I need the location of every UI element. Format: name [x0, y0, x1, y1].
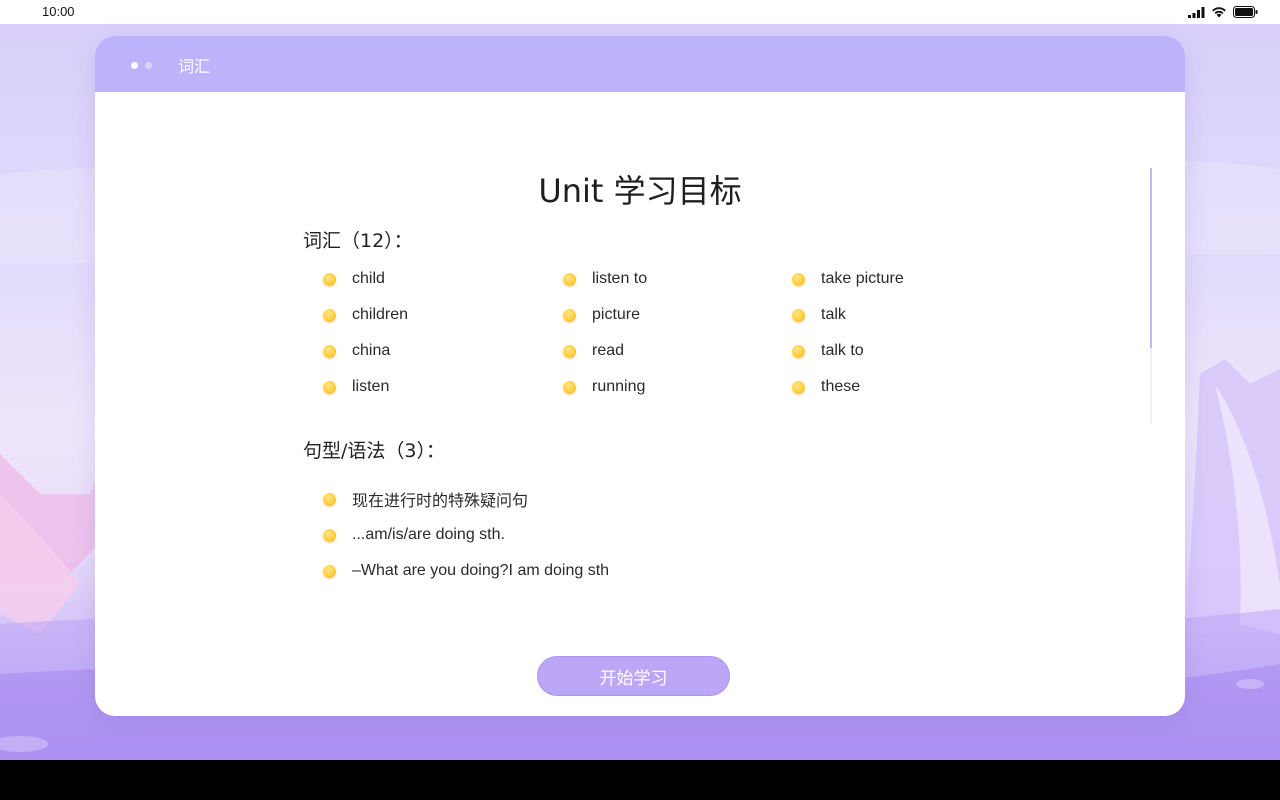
vocab-word: children	[352, 306, 409, 323]
bullet-icon	[563, 272, 576, 286]
vocab-item: talk	[792, 304, 846, 326]
vocab-word: listen to	[592, 270, 648, 287]
bullet-icon	[323, 528, 336, 542]
bullet-icon	[323, 492, 336, 506]
bottom-bezel	[0, 760, 1280, 800]
vocab-word: picture	[592, 306, 641, 323]
grammar-text: –What are you doing?I am doing sth	[352, 562, 610, 579]
bullet-icon	[323, 308, 336, 322]
status-icons	[1188, 6, 1258, 18]
bullet-icon	[323, 272, 336, 286]
bullet-icon	[323, 380, 336, 394]
status-bar: 10:00	[0, 0, 1280, 24]
vocab-item: listen	[323, 376, 389, 398]
grammar-heading: 句型/语法（3）：	[303, 440, 445, 462]
page-dot-active	[131, 62, 138, 69]
signal-icon	[1188, 6, 1205, 18]
page-dot-inactive	[145, 62, 152, 69]
grammar-item: –What are you doing?I am doing sth	[323, 560, 609, 582]
vocab-word: these	[821, 378, 861, 395]
vocab-word: talk to	[821, 342, 864, 359]
battery-icon	[1233, 6, 1258, 18]
vocab-item: talk to	[792, 340, 864, 362]
vocab-word: take picture	[821, 270, 904, 287]
vocab-item: child	[323, 268, 385, 290]
vocab-word: child	[352, 270, 385, 287]
start-learning-label: 开始学习	[599, 668, 668, 689]
vocab-item: listen to	[563, 268, 647, 290]
vocab-word: running	[592, 378, 646, 395]
vocab-word: read	[592, 342, 625, 359]
grammar-text: ...am/is/are doing sth.	[352, 526, 505, 543]
bullet-icon	[792, 272, 805, 286]
bullet-icon	[792, 308, 805, 322]
bullet-icon	[563, 380, 576, 394]
tablet-screen: 10:00 词汇 Unit 学习目标 词汇（12）： child childre…	[0, 0, 1280, 800]
grammar-text: 现在进行时的特殊疑问句	[352, 493, 529, 510]
card-header: 词汇	[95, 36, 1185, 92]
vocab-heading: 词汇（12）：	[303, 230, 413, 252]
bullet-icon	[323, 564, 336, 578]
bullet-icon	[563, 344, 576, 358]
vocab-word: china	[352, 342, 391, 359]
vocab-item: take picture	[792, 268, 904, 290]
status-time: 10:00	[42, 4, 75, 19]
vocab-item: running	[563, 376, 645, 398]
bullet-icon	[792, 344, 805, 358]
vocab-item: read	[563, 340, 624, 362]
vocab-item: children	[323, 304, 408, 326]
bullet-icon	[323, 344, 336, 358]
scrollbar-thumb[interactable]	[1150, 168, 1152, 348]
bullet-icon	[792, 380, 805, 394]
vocab-word: listen	[352, 378, 390, 395]
start-learning-button[interactable]: 开始学习	[537, 656, 730, 696]
page-title: Unit 学习目标	[538, 172, 742, 210]
bullet-icon	[563, 308, 576, 322]
vocab-item: picture	[563, 304, 640, 326]
vocab-item: china	[323, 340, 390, 362]
grammar-item: ...am/is/are doing sth.	[323, 524, 505, 546]
vocab-word: talk	[821, 306, 846, 323]
learning-goals-card: 词汇 Unit 学习目标 词汇（12）： child children chin…	[95, 36, 1185, 716]
header-title: 词汇	[178, 57, 211, 76]
grammar-item: 现在进行时的特殊疑问句	[323, 488, 528, 510]
vocab-item: these	[792, 376, 860, 398]
wifi-icon	[1212, 7, 1226, 18]
